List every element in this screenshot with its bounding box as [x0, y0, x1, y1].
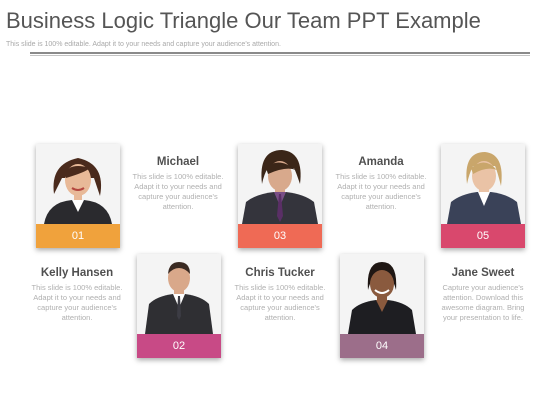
member-amanda: Amanda This slide is 100% editable. Adap… — [333, 156, 429, 212]
card-number-01: 01 — [36, 224, 120, 248]
member-description: This slide is 100% editable. Adapt it to… — [335, 172, 427, 211]
card-number-02: 02 — [137, 334, 221, 358]
title-divider — [30, 52, 530, 56]
member-name: Jane Sweet — [451, 267, 515, 279]
card-number-05: 05 — [441, 224, 525, 248]
member-description: This slide is 100% editable. Adapt it to… — [132, 172, 224, 211]
team-card-03: 03 — [238, 144, 322, 248]
member-jane-sweet: Jane Sweet Capture your audience's atten… — [435, 267, 531, 323]
member-description: This slide is 100% editable. Adapt it to… — [234, 283, 326, 322]
woman-dark-hair-portrait — [36, 144, 120, 224]
man-long-hair-portrait — [238, 144, 322, 224]
member-name: Kelly Hansen — [40, 267, 114, 279]
team-card-02: 02 — [137, 254, 221, 358]
member-michael: Michael This slide is 100% editable. Ada… — [130, 156, 226, 212]
card-number-04: 04 — [340, 334, 424, 358]
member-name: Michael — [156, 156, 200, 168]
card-number-03: 03 — [238, 224, 322, 248]
member-description: Capture your audience's attention. Downl… — [441, 283, 525, 322]
slide-subtitle: This slide is 100% editable. Adapt it to… — [6, 41, 281, 48]
member-name: Amanda — [358, 156, 404, 168]
member-description: This slide is 100% editable. Adapt it to… — [31, 283, 123, 322]
member-name: Chris Tucker — [245, 267, 315, 279]
team-card-05: 05 — [441, 144, 525, 248]
man-suit-portrait — [137, 254, 221, 334]
team-card-04: 04 — [340, 254, 424, 358]
woman-blonde-portrait — [441, 144, 525, 224]
woman-smiling-portrait — [340, 254, 424, 334]
team-card-01: 01 — [36, 144, 120, 248]
member-chris-tucker: Chris Tucker This slide is 100% editable… — [232, 267, 328, 323]
slide-title: Business Logic Triangle Our Team PPT Exa… — [6, 8, 481, 33]
member-kelly-hansen: Kelly Hansen This slide is 100% editable… — [29, 267, 125, 323]
